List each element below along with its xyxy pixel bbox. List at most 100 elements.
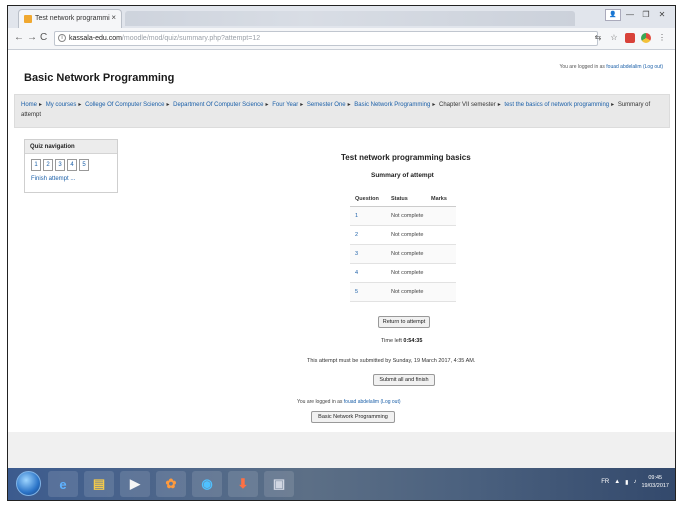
question-link[interactable]: 2: [355, 232, 358, 238]
paint-app-icon[interactable]: ✿: [156, 471, 186, 497]
network-icon[interactable]: ▮: [625, 479, 628, 486]
clock-time: 09:45: [648, 475, 663, 481]
quiz-nav-button-5[interactable]: 5: [79, 159, 89, 171]
summary-heading: Summary of attempt: [371, 172, 434, 179]
breadcrumb-item-my-courses[interactable]: My courses: [46, 102, 77, 108]
return-to-attempt-button[interactable]: Return to attempt: [378, 316, 430, 328]
footer-login-info: You are logged in as fouad abdelalim (Lo…: [297, 399, 401, 405]
quiz-navigation-title: Quiz navigation: [25, 140, 117, 154]
download-app-icon[interactable]: ⬇: [228, 471, 258, 497]
status-cell: Not complete: [391, 213, 424, 219]
taskbar-clock[interactable]: 09:45 19/03/2017: [641, 474, 669, 490]
breadcrumb-item-semester[interactable]: Semester One: [307, 102, 346, 108]
system-tray: FR ▲ ▮ ♪ 09:45 19/03/2017: [601, 474, 669, 490]
bookmark-star-icon[interactable]: ☆: [609, 33, 619, 43]
summary-table: Question Status Marks 1 Not complete 2 N…: [350, 191, 456, 302]
start-button-icon[interactable]: [16, 471, 41, 496]
table-row: 5 Not complete: [350, 283, 456, 302]
table-row: 4 Not complete: [350, 264, 456, 283]
taskbar-apps: e ▤ ▶ ✿ ◉ ⬇ ▣: [48, 471, 294, 497]
footer-logout-link[interactable]: (Log out): [381, 399, 401, 405]
quiz-title: Test network programming basics: [341, 153, 471, 162]
chrome-extension-icon[interactable]: [641, 33, 651, 43]
browser-toolbar: ← → C i kassala-edu.com/moodle/mod/quiz/…: [8, 28, 675, 50]
quiz-nav-button-3[interactable]: 3: [55, 159, 65, 171]
login-info-prefix: You are logged in as: [559, 64, 607, 70]
quiz-navigation-buttons: 1 2 3 4 5: [31, 159, 89, 171]
summary-table-body: 1 Not complete 2 Not complete 3 Not comp…: [350, 207, 456, 302]
url-host: kassala-edu.com: [69, 35, 122, 42]
profile-icon[interactable]: 👤: [605, 9, 621, 21]
status-cell: Not complete: [391, 289, 424, 295]
file-explorer-icon[interactable]: ▤: [84, 471, 114, 497]
quiz-nav-button-4[interactable]: 4: [67, 159, 77, 171]
page-footer: [8, 432, 675, 468]
tab-close-icon[interactable]: ×: [111, 13, 116, 22]
column-header-marks: Marks: [431, 195, 447, 202]
breadcrumb-item-department[interactable]: Department Of Computer Science: [173, 102, 263, 108]
volume-icon[interactable]: ♪: [633, 479, 636, 485]
login-user-link[interactable]: fouad abdelalim: [606, 64, 641, 70]
status-cell: Not complete: [391, 232, 424, 238]
deadline-text: This attempt must be submitted by Sunday…: [307, 358, 476, 364]
media-player-icon[interactable]: ▶: [120, 471, 150, 497]
language-indicator[interactable]: FR: [601, 479, 609, 485]
time-left: Time left 0:54:35: [381, 338, 422, 344]
translate-icon[interactable]: ⇆: [593, 33, 603, 43]
reload-icon[interactable]: C: [40, 32, 47, 43]
submit-all-button[interactable]: Submit all and finish: [373, 374, 435, 386]
browser-tab[interactable]: Test network programmi ×: [18, 9, 122, 28]
footer-login-prefix: You are logged in as: [297, 399, 344, 405]
table-row: 3 Not complete: [350, 245, 456, 264]
breadcrumb-item-chapter: Chapter VII semester: [439, 102, 496, 108]
column-header-status: Status: [391, 195, 408, 202]
tray-arrow-icon[interactable]: ▲: [614, 479, 620, 485]
finish-attempt-link[interactable]: Finish attempt ...: [31, 176, 75, 182]
breadcrumb-item-home[interactable]: Home: [21, 102, 37, 108]
breadcrumb: Home ▸ My courses ▸ College Of Computer Sc…: [14, 94, 670, 128]
logout-link[interactable]: (Log out): [643, 64, 663, 70]
minimize-icon[interactable]: —: [623, 9, 637, 21]
window-controls: 👤 — ❐ ✕: [605, 9, 669, 21]
page-title: Basic Network Programming: [24, 72, 175, 84]
question-link[interactable]: 4: [355, 270, 358, 276]
breadcrumb-item-course[interactable]: Basic Network Programming: [354, 102, 430, 108]
blurred-tab[interactable]: [125, 11, 575, 26]
breadcrumb-item-quiz[interactable]: test the basics of network programming: [504, 102, 609, 108]
extension-icon[interactable]: [625, 33, 635, 43]
menu-icon[interactable]: ⋮: [657, 33, 667, 43]
time-left-value: 0:54:35: [403, 338, 423, 344]
summary-table-header: Question Status Marks: [350, 191, 456, 207]
table-row: 2 Not complete: [350, 226, 456, 245]
forward-icon[interactable]: →: [27, 32, 37, 43]
screenshot-frame: Test network programmi × 👤 — ❐ ✕ ← → C i…: [7, 5, 676, 501]
footer-user-link[interactable]: fouad abdelalim: [344, 399, 379, 405]
toolbar-icons: ⇆ ☆ ⋮: [593, 33, 667, 43]
quiz-nav-button-2[interactable]: 2: [43, 159, 53, 171]
close-window-icon[interactable]: ✕: [655, 9, 669, 21]
window-app-icon[interactable]: ▣: [264, 471, 294, 497]
quiz-nav-button-1[interactable]: 1: [31, 159, 41, 171]
address-bar[interactable]: i kassala-edu.com/moodle/mod/quiz/summar…: [54, 31, 598, 46]
quiz-navigation-block: Quiz navigation 1 2 3 4 5 Finish attempt…: [24, 139, 118, 193]
question-link[interactable]: 5: [355, 289, 358, 295]
breadcrumb-item-college[interactable]: College Of Computer Science: [85, 102, 164, 108]
course-home-button[interactable]: Basic Network Programming: [311, 411, 395, 423]
table-row: 1 Not complete: [350, 207, 456, 226]
status-cell: Not complete: [391, 251, 424, 257]
browser-tab-strip: Test network programmi × 👤 — ❐ ✕: [8, 6, 675, 28]
info-icon[interactable]: i: [58, 34, 66, 42]
question-link[interactable]: 1: [355, 213, 358, 219]
browser-tab-title: Test network programmi: [35, 15, 110, 22]
chrome-taskbar-icon[interactable]: ◉: [192, 471, 222, 497]
breadcrumb-item-year[interactable]: Four Year: [272, 102, 298, 108]
back-icon[interactable]: ←: [14, 32, 24, 43]
login-info: You are logged in as fouad abdelalim (Lo…: [559, 64, 663, 70]
page-header: You are logged in as fouad abdelalim (Lo…: [8, 51, 675, 91]
question-link[interactable]: 3: [355, 251, 358, 257]
time-left-label: Time left: [381, 338, 404, 344]
maximize-icon[interactable]: ❐: [639, 9, 653, 21]
moodle-favicon-icon: [24, 15, 32, 23]
clock-date: 19/03/2017: [641, 483, 669, 489]
internet-explorer-icon[interactable]: e: [48, 471, 78, 497]
